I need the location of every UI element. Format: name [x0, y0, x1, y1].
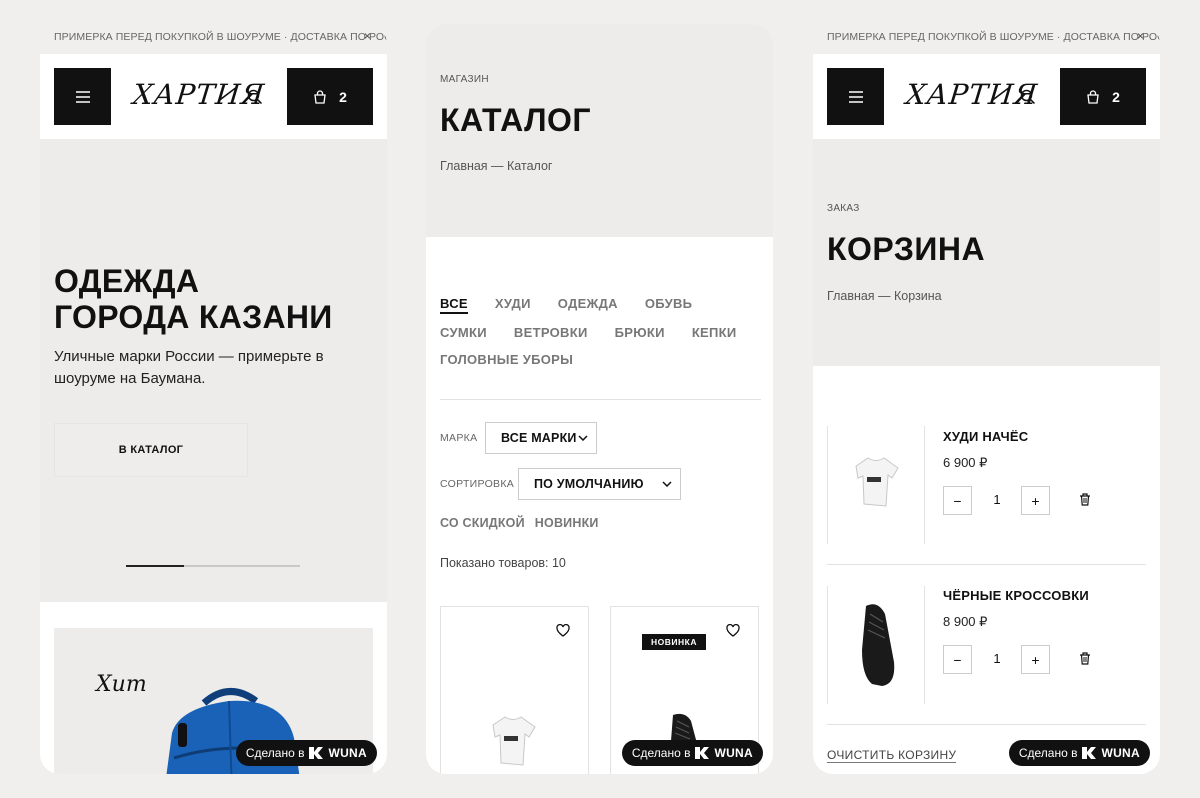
made-by-brand: WUNA — [714, 746, 753, 760]
category-tabs: ВСЕ ХУДИ ОДЕЖДА ОБУВЬ СУМКИ ВЕТРОВКИ БРЮ… — [440, 296, 760, 368]
quantity-value: 1 — [993, 651, 1001, 666]
quick-filter-sale[interactable]: СО СКИДКОЙ — [440, 516, 525, 530]
new-badge: НОВИНКА — [642, 634, 706, 650]
category-tab-shoes[interactable]: ОБУВЬ — [645, 296, 692, 314]
bag-icon — [1087, 89, 1099, 104]
category-tab-clothing[interactable]: ОДЕЖДА — [558, 296, 618, 314]
white-tshirt-image — [855, 457, 899, 507]
search-button[interactable] — [244, 86, 266, 108]
menu-button[interactable] — [827, 68, 884, 125]
phone-catalog-screen: МАГАЗИН КАТАЛОГ Главная — Каталог ВСЕ ХУ… — [426, 24, 773, 774]
cart-item-image[interactable] — [827, 426, 925, 544]
wuna-logo-icon — [309, 747, 324, 759]
cart-count: 2 — [339, 88, 347, 105]
category-tab-windbreakers[interactable]: ВЕТРОВКИ — [514, 325, 588, 341]
hero-banner: ОДЕЖДА ГОРОДА КАЗАНИ Уличные марки Росси… — [40, 139, 387, 602]
brand-select-value: ВСЕ МАРКИ — [501, 431, 577, 445]
sort-select-value: ПО УМОЛЧАНИЮ — [534, 477, 644, 491]
to-catalog-button[interactable]: В КАТАЛОГ — [54, 423, 248, 477]
hero-subtitle: Уличные марки России — примерьте в шоуру… — [54, 348, 324, 387]
hero-title: ОДЕЖДА ГОРОДА КАЗАНИ — [54, 263, 333, 335]
divider — [827, 724, 1146, 725]
close-icon[interactable]: × — [1137, 29, 1144, 43]
page-title: КОРЗИНА — [827, 231, 986, 267]
chevron-down-icon — [662, 481, 672, 487]
breadcrumb[interactable]: Главная — Каталог — [440, 159, 552, 173]
made-by-badge[interactable]: Сделано в WUNA — [621, 740, 763, 766]
made-by-brand: WUNA — [328, 746, 367, 760]
phone-home-screen: ПРИМЕРКА ПЕРЕД ПОКУПКОЙ В ШОУРУМЕ · ДОСТ… — [40, 24, 387, 774]
page-header: МАГАЗИН КАТАЛОГ Главная — Каталог — [426, 24, 773, 237]
category-tab-all[interactable]: ВСЕ — [440, 296, 468, 314]
made-by-text: Сделано в — [245, 746, 305, 760]
brand-filter-label: МАРКА — [440, 432, 478, 444]
cart-item-price: 6 900 ₽ — [943, 455, 988, 470]
announcement-text: ПРИМЕРКА ПЕРЕД ПОКУПКОЙ В ШОУРУМЕ · ДОСТ… — [827, 31, 1160, 43]
category-tab-headwear[interactable]: ГОЛОВНЫЕ УБОРЫ — [440, 352, 573, 368]
trash-icon[interactable] — [1079, 652, 1091, 665]
sort-label: СОРТИРОВКА — [440, 478, 515, 490]
quick-filter-new[interactable]: НОВИНКИ — [535, 516, 599, 530]
cart-item-name[interactable]: ХУДИ НАЧЁС — [943, 429, 1028, 444]
page-eyebrow: ЗАКАЗ — [827, 203, 860, 214]
made-by-brand: WUNA — [1101, 746, 1140, 760]
made-by-text: Сделано в — [631, 746, 691, 760]
made-by-badge[interactable]: Сделано в WUNA — [1008, 740, 1150, 766]
divider — [827, 564, 1146, 565]
wuna-logo-icon — [1082, 747, 1097, 759]
page-eyebrow: МАГАЗИН — [440, 74, 489, 85]
chevron-down-icon — [578, 435, 588, 441]
product-card[interactable] — [440, 606, 589, 774]
hamburger-icon — [75, 90, 90, 103]
clear-cart-button[interactable]: ОЧИСТИТЬ КОРЗИНУ — [827, 748, 957, 763]
cart-item-name[interactable]: ЧЁРНЫЕ КРОССОВКИ — [943, 588, 1089, 603]
category-tab-caps[interactable]: КЕПКИ — [692, 325, 737, 341]
quantity-increase-button[interactable]: + — [1021, 645, 1050, 674]
made-by-badge[interactable]: Сделано в WUNA — [235, 740, 377, 766]
search-icon — [1020, 89, 1036, 105]
category-tab-bags[interactable]: СУМКИ — [440, 325, 487, 341]
brand-select[interactable]: ВСЕ МАРКИ — [485, 422, 597, 454]
page-title: КАТАЛОГ — [440, 102, 592, 138]
announcement-bar: ПРИМЕРКА ПЕРЕД ПОКУПКОЙ В ШОУРУМЕ · ДОСТ… — [813, 24, 1160, 54]
menu-button[interactable] — [54, 68, 111, 125]
site-header: ХАРТИЯ 2 — [40, 54, 387, 139]
quick-filters: СО СКИДКОЙ НОВИНКИ — [440, 516, 599, 530]
black-sneaker-image — [862, 604, 895, 686]
wuna-logo-icon — [695, 747, 710, 759]
phone-cart-screen: ПРИМЕРКА ПЕРЕД ПОКУПКОЙ В ШОУРУМЕ · ДОСТ… — [813, 24, 1160, 774]
cart-item-image[interactable] — [827, 586, 925, 704]
heart-icon[interactable] — [556, 624, 570, 637]
search-button[interactable] — [1017, 86, 1039, 108]
category-tab-trousers[interactable]: БРЮКИ — [615, 325, 665, 341]
slider-progress-fill — [126, 565, 184, 567]
bag-icon — [314, 89, 326, 104]
slider-progress[interactable] — [126, 565, 300, 567]
quantity-increase-button[interactable]: + — [1021, 486, 1050, 515]
announcement-bar: ПРИМЕРКА ПЕРЕД ПОКУПКОЙ В ШОУРУМЕ · ДОСТ… — [40, 24, 387, 54]
made-by-text: Сделано в — [1018, 746, 1078, 760]
hamburger-icon — [848, 90, 863, 103]
divider — [440, 399, 761, 400]
sort-select[interactable]: ПО УМОЛЧАНИЮ — [518, 468, 681, 500]
white-tshirt-image — [492, 716, 536, 766]
cart-count: 2 — [1112, 88, 1120, 105]
quantity-decrease-button[interactable]: − — [943, 645, 972, 674]
site-header: ХАРТИЯ 2 — [813, 54, 1160, 139]
search-icon — [247, 89, 263, 105]
cart-button[interactable]: 2 — [287, 68, 373, 125]
announcement-text: ПРИМЕРКА ПЕРЕД ПОКУПКОЙ В ШОУРУМЕ · ДОСТ… — [54, 31, 387, 43]
quantity-decrease-button[interactable]: − — [943, 486, 972, 515]
quantity-value: 1 — [993, 492, 1001, 507]
product-count: Показано товаров: 10 — [440, 556, 566, 570]
breadcrumb[interactable]: Главная — Корзина — [827, 289, 942, 303]
heart-icon[interactable] — [726, 624, 740, 637]
cart-item-price: 8 900 ₽ — [943, 614, 988, 629]
cart-button[interactable]: 2 — [1060, 68, 1146, 125]
page-header: ЗАКАЗ КОРЗИНА Главная — Корзина — [813, 139, 1160, 366]
trash-icon[interactable] — [1079, 493, 1091, 506]
category-tab-hoodies[interactable]: ХУДИ — [495, 296, 531, 314]
close-icon[interactable]: × — [364, 29, 371, 43]
